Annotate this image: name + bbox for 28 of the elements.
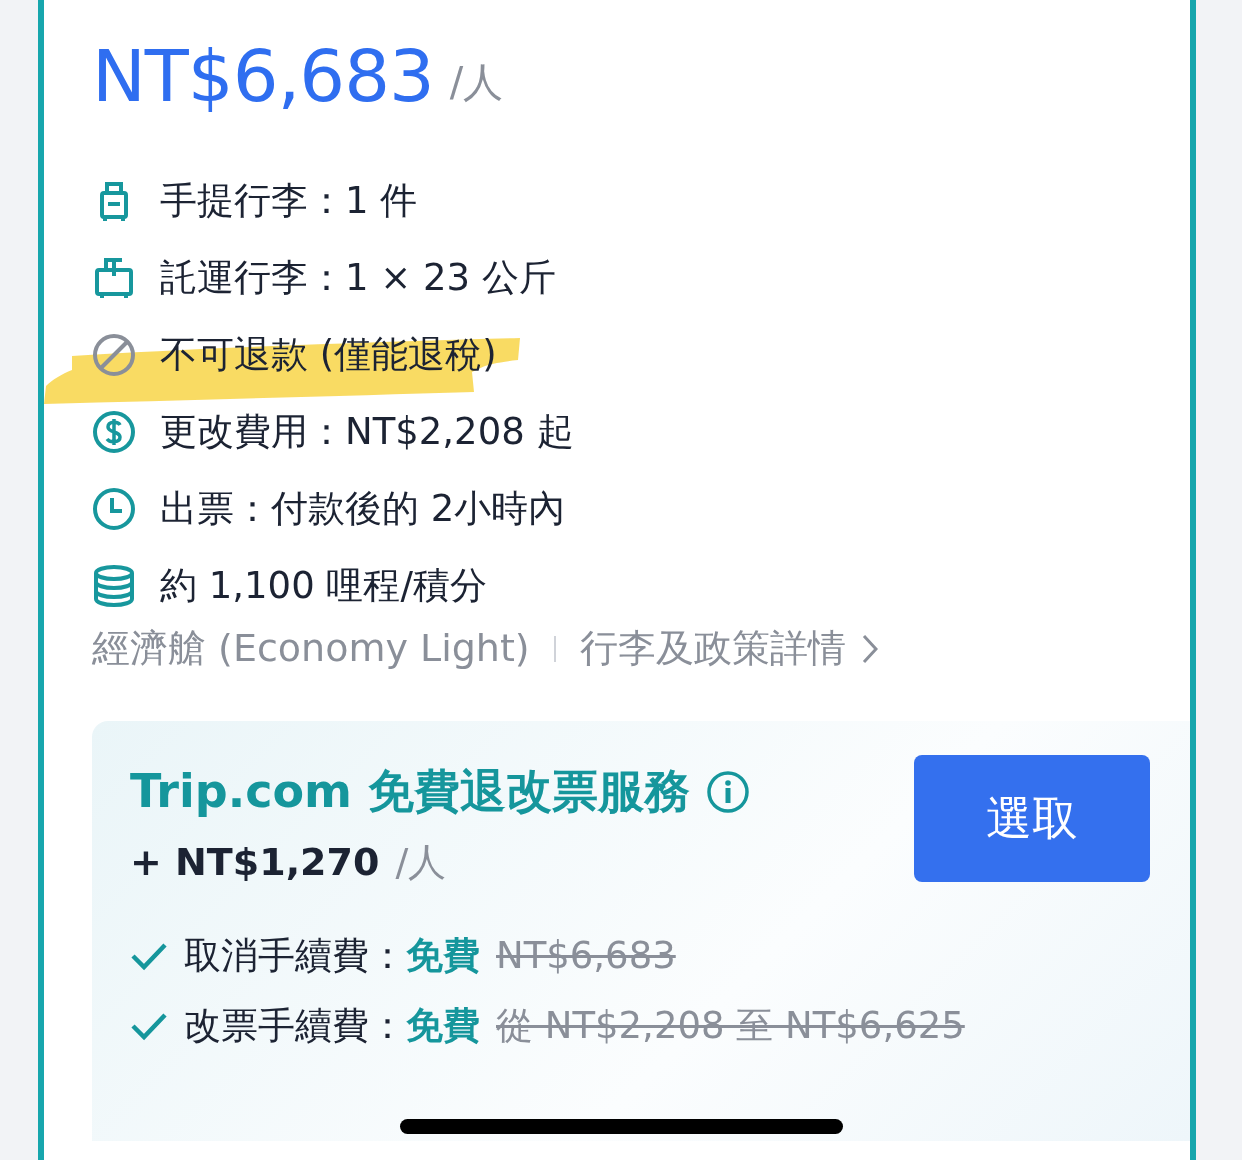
coin-stack-icon [92, 563, 136, 608]
chevron-right-icon [861, 633, 878, 664]
feature-text: 手提行李：1 件 [160, 177, 418, 224]
feature-text: 約 1,100 哩程/積分 [160, 562, 487, 609]
fee-value: 免費 [406, 933, 480, 980]
feature-text: 出票：付款後的 2小時內 [160, 485, 566, 532]
per-person-label: /人 [449, 58, 504, 107]
original-fee: 從 NT$2,208 至 NT$6,625 [496, 1003, 965, 1050]
fee-label: 取消手續費： [184, 933, 406, 980]
clock-icon [92, 486, 136, 531]
dollar-circle-icon [92, 409, 136, 454]
feature-text: 更改費用：NT$2,208 起 [160, 408, 574, 455]
select-button[interactable]: 選取 [914, 755, 1150, 882]
price: NT$6,683 [92, 40, 434, 112]
prohibited-icon [92, 332, 136, 377]
per-person-label: /人 [395, 839, 447, 886]
luggage-icon [92, 255, 136, 300]
policy-link[interactable]: 行李及政策詳情 [579, 620, 878, 677]
service-price: + NT$1,270 [130, 839, 380, 886]
check-icon [130, 1011, 168, 1041]
info-icon[interactable] [706, 769, 750, 814]
fare-class: 經濟艙 (Economy Light) [92, 625, 530, 672]
check-icon [130, 941, 168, 971]
fee-value: 免費 [406, 1003, 480, 1050]
feature-text: 託運行李：1 × 23 公斤 [160, 254, 556, 301]
service-title: Trip.com 免費退改票服務 [130, 763, 690, 820]
fee-label: 改票手續費： [184, 1003, 406, 1050]
original-fee: NT$6,683 [496, 933, 676, 980]
